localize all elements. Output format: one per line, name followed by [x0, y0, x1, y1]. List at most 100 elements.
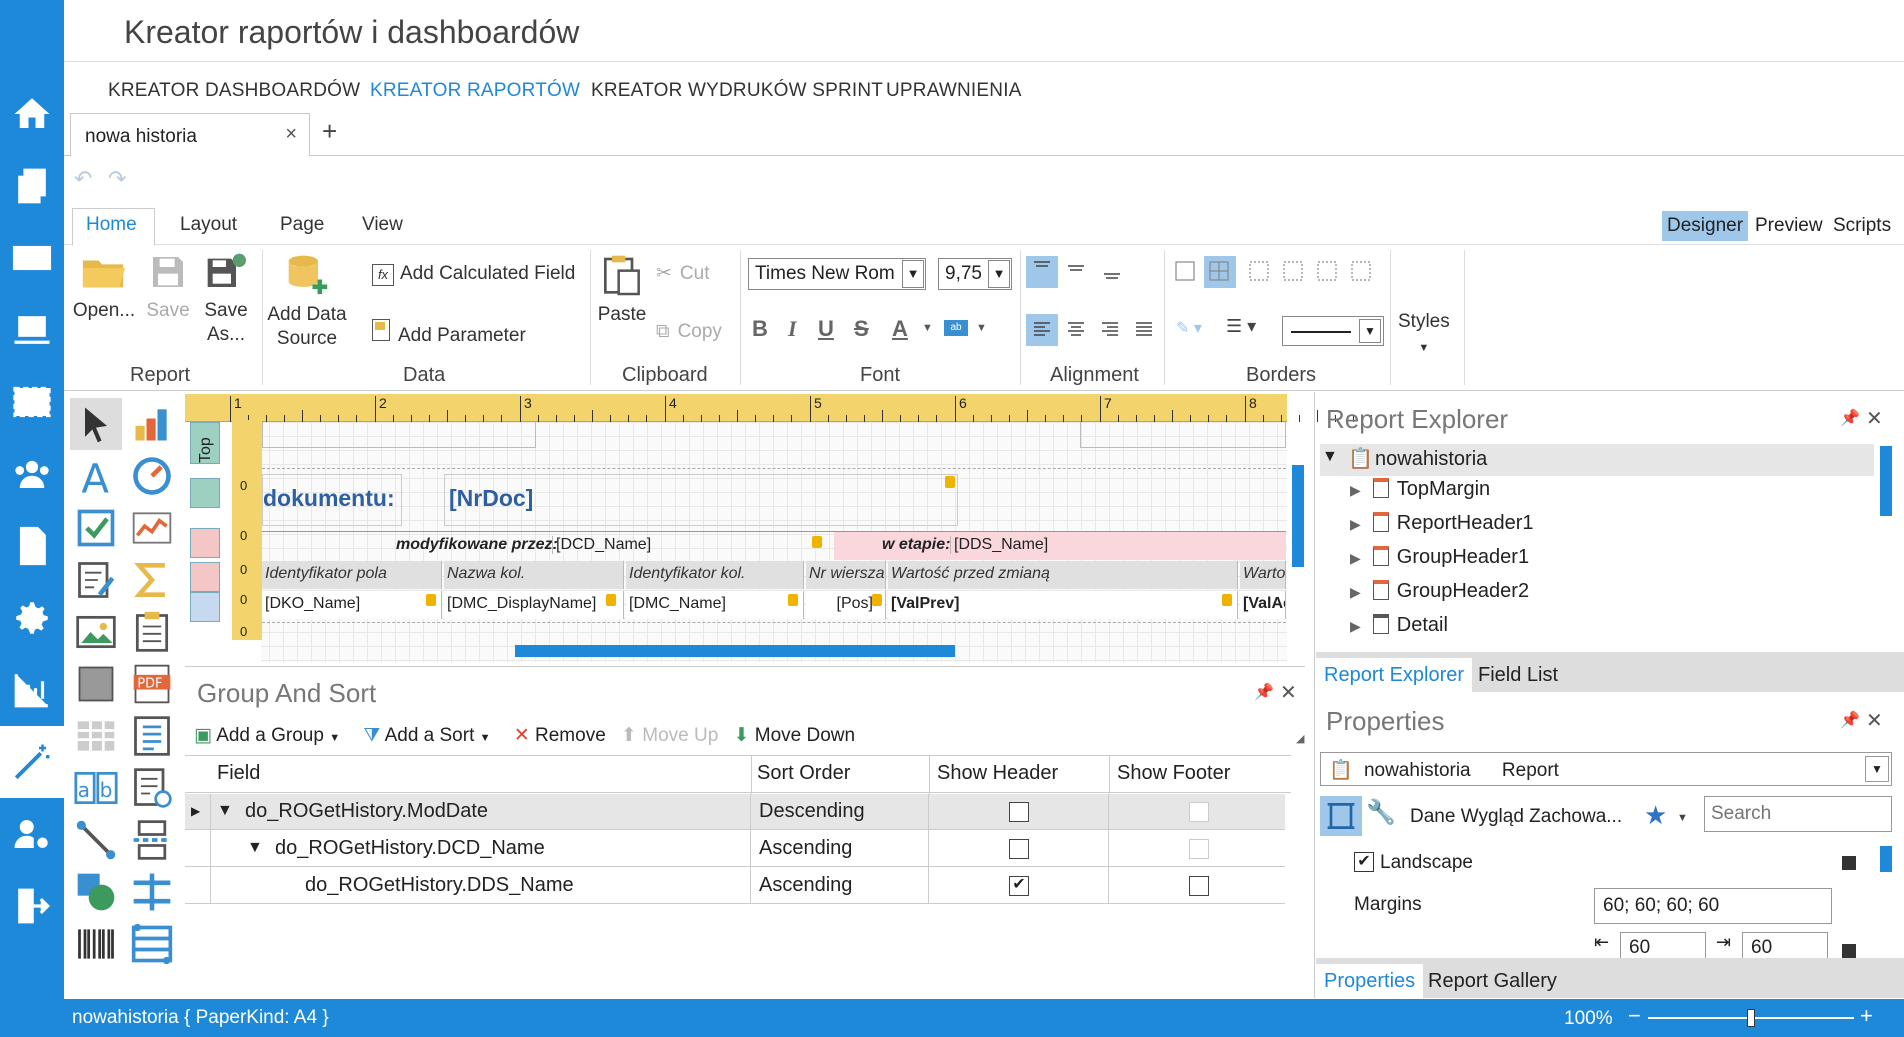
landscape-checkbox[interactable]: ✔ — [1354, 852, 1374, 872]
add-sort-button[interactable]: ⧩ Add a Sort ▼ — [363, 725, 490, 746]
column-data-cell[interactable]: [ValAc — [1240, 591, 1286, 619]
close-icon[interactable]: ✕ — [1866, 406, 1883, 431]
tab-home[interactable]: Home — [86, 214, 137, 236]
row-sort-order[interactable]: Ascending — [759, 874, 852, 897]
magic-wand-icon[interactable] — [0, 726, 64, 798]
favorites-star-icon[interactable]: ★ — [1644, 800, 1667, 831]
add-data-source-button[interactable]: Add Data Source — [262, 252, 352, 351]
vertical-alignment-buttons[interactable] — [1026, 256, 1166, 296]
pin-icon[interactable]: 📌 — [1840, 408, 1860, 428]
vertical-scrollbar-thumb[interactable] — [1880, 446, 1892, 516]
save-as-button[interactable]: Save As... — [196, 252, 256, 347]
column-header-show-footer[interactable]: Show Footer — [1117, 762, 1230, 785]
font-family-select[interactable]: Times New Roman — [748, 258, 926, 290]
cross-band-tool[interactable] — [126, 866, 178, 918]
column-data-cell[interactable]: [DKO_Name] — [262, 591, 442, 619]
property-search-input[interactable] — [1704, 796, 1892, 832]
show-footer-checkbox[interactable] — [1189, 876, 1209, 896]
collapse-triangle-icon[interactable]: ▼ — [247, 839, 263, 857]
row-sort-order[interactable]: Descending — [759, 800, 865, 823]
table-row[interactable]: do_ROGetHistory.DDS_Name Ascending ✔ — [185, 868, 1285, 904]
border-width-icon[interactable]: ☰ ▾ — [1226, 316, 1256, 337]
open-button[interactable]: Open... — [72, 252, 136, 323]
statistics-chart-icon[interactable] — [0, 654, 64, 726]
show-header-checkbox[interactable] — [1009, 802, 1029, 822]
line-tool[interactable] — [70, 814, 122, 866]
richtext-tool[interactable] — [70, 554, 122, 606]
sparkline-tool[interactable] — [126, 502, 178, 554]
chevron-down-icon[interactable]: ▼ — [988, 260, 1010, 288]
page-info-tool[interactable] — [126, 710, 178, 762]
cut-button[interactable]: ✂ Cut — [656, 262, 710, 286]
panel-tool[interactable] — [70, 658, 122, 710]
redo-icon[interactable]: ↷ — [108, 166, 126, 192]
add-group-button[interactable]: ▣ Add a Group ▼ — [194, 725, 340, 746]
zoom-out-icon[interactable]: − — [1628, 1003, 1641, 1029]
show-footer-checkbox[interactable] — [1189, 802, 1209, 822]
user-settings-icon[interactable] — [0, 798, 64, 870]
column-header-cell[interactable]: Nr wiersza — [806, 561, 886, 589]
nrdoc-field[interactable]: [NrDoc] — [444, 474, 958, 526]
nav-sprint-print-creator[interactable]: KREATOR WYDRUKÓW SPRINT — [591, 80, 883, 102]
tab-properties[interactable]: Properties — [1316, 964, 1424, 999]
move-up-button[interactable]: ⬆ Move Up — [621, 725, 718, 746]
scripts-mode-button[interactable]: Scripts — [1828, 211, 1896, 241]
horizontal-scrollbar-thumb[interactable] — [515, 645, 955, 657]
page-break-tool[interactable] — [126, 814, 178, 866]
modified-by-label[interactable]: modyfikowane przez: — [396, 536, 558, 554]
designer-mode-button[interactable]: Designer — [1662, 211, 1749, 241]
checkbox-tool[interactable] — [70, 502, 122, 554]
font-color-button[interactable]: A — [892, 316, 908, 342]
tab-layout[interactable]: Layout — [180, 214, 237, 236]
users-icon[interactable] — [0, 438, 64, 510]
preview-mode-button[interactable]: Preview — [1750, 211, 1828, 241]
band-report-header-icon[interactable] — [190, 478, 220, 508]
wrench-icon[interactable]: 🔧 — [1366, 798, 1396, 827]
zoom-slider-thumb[interactable] — [1747, 1009, 1755, 1027]
band-top-margin[interactable]: Top — [190, 422, 220, 464]
dds-name-field[interactable]: [DDS_Name] — [950, 536, 1280, 554]
dcd-name-field[interactable]: [DCD_Name] — [552, 536, 822, 554]
property-categories[interactable]: Dane Wygląd Zachowa... — [1410, 806, 1622, 828]
zoom-in-icon[interactable]: + — [1860, 1003, 1873, 1029]
pin-icon[interactable]: 📌 — [1840, 710, 1860, 730]
tab-report-gallery[interactable]: Report Gallery — [1420, 964, 1565, 999]
show-header-checkbox-checked[interactable]: ✔ — [1009, 876, 1029, 896]
close-icon[interactable]: ✕ — [1280, 680, 1297, 705]
tab-page[interactable]: Page — [280, 214, 324, 236]
gauge-tool[interactable] — [126, 450, 178, 502]
border-style-buttons[interactable] — [1170, 256, 1380, 296]
chevron-down-icon[interactable]: ▼ — [1865, 756, 1889, 782]
styles-button[interactable]: Styles ▼ — [1398, 310, 1450, 360]
laptop-icon[interactable] — [0, 294, 64, 366]
top-margin-box[interactable] — [262, 422, 536, 448]
tab-field-list[interactable]: Field List — [1470, 658, 1566, 693]
band-group-header1-icon[interactable] — [190, 528, 220, 558]
tree-item[interactable]: ▶ GroupHeader2 — [1350, 580, 1529, 603]
archive-icon[interactable] — [0, 222, 64, 294]
close-icon[interactable]: ✕ — [1866, 708, 1883, 733]
chevron-down-icon[interactable]: ▼ — [922, 322, 933, 334]
remove-button[interactable]: ✕ Remove — [514, 725, 606, 746]
copy-button[interactable]: ⧉ Copy — [656, 320, 722, 344]
barcode-tool[interactable] — [70, 918, 122, 970]
tree-item[interactable]: ▶ TopMargin — [1350, 478, 1490, 501]
expand-triangle-icon[interactable]: ▶ — [1350, 482, 1361, 498]
tab-view[interactable]: View — [362, 214, 403, 236]
tree-item[interactable]: ▶ Detail — [1350, 614, 1448, 637]
column-data-cell[interactable]: [DMC_DisplayName] — [444, 591, 624, 619]
border-dash-select[interactable]: ▼ — [1282, 316, 1384, 346]
chevron-down-icon[interactable]: ▼ — [1359, 319, 1381, 343]
properties-sort-button[interactable] — [1320, 796, 1362, 836]
column-header-cell[interactable]: Nazwa kol. — [444, 561, 624, 589]
shape-tool[interactable] — [70, 866, 122, 918]
expand-triangle-icon[interactable]: ▶ — [1350, 516, 1361, 532]
column-header-cell[interactable]: Identyfikator kol. — [626, 561, 804, 589]
subreport-tool[interactable] — [126, 606, 178, 658]
expand-triangle-icon[interactable]: ▶ — [1350, 550, 1361, 566]
top-margin-box-right[interactable] — [1080, 422, 1286, 448]
add-parameter-button[interactable]: Add Parameter — [372, 319, 526, 348]
margin-right-field[interactable]: 60 — [1742, 932, 1828, 960]
column-header-show-header[interactable]: Show Header — [937, 762, 1058, 785]
picture-tool[interactable] — [70, 606, 122, 658]
